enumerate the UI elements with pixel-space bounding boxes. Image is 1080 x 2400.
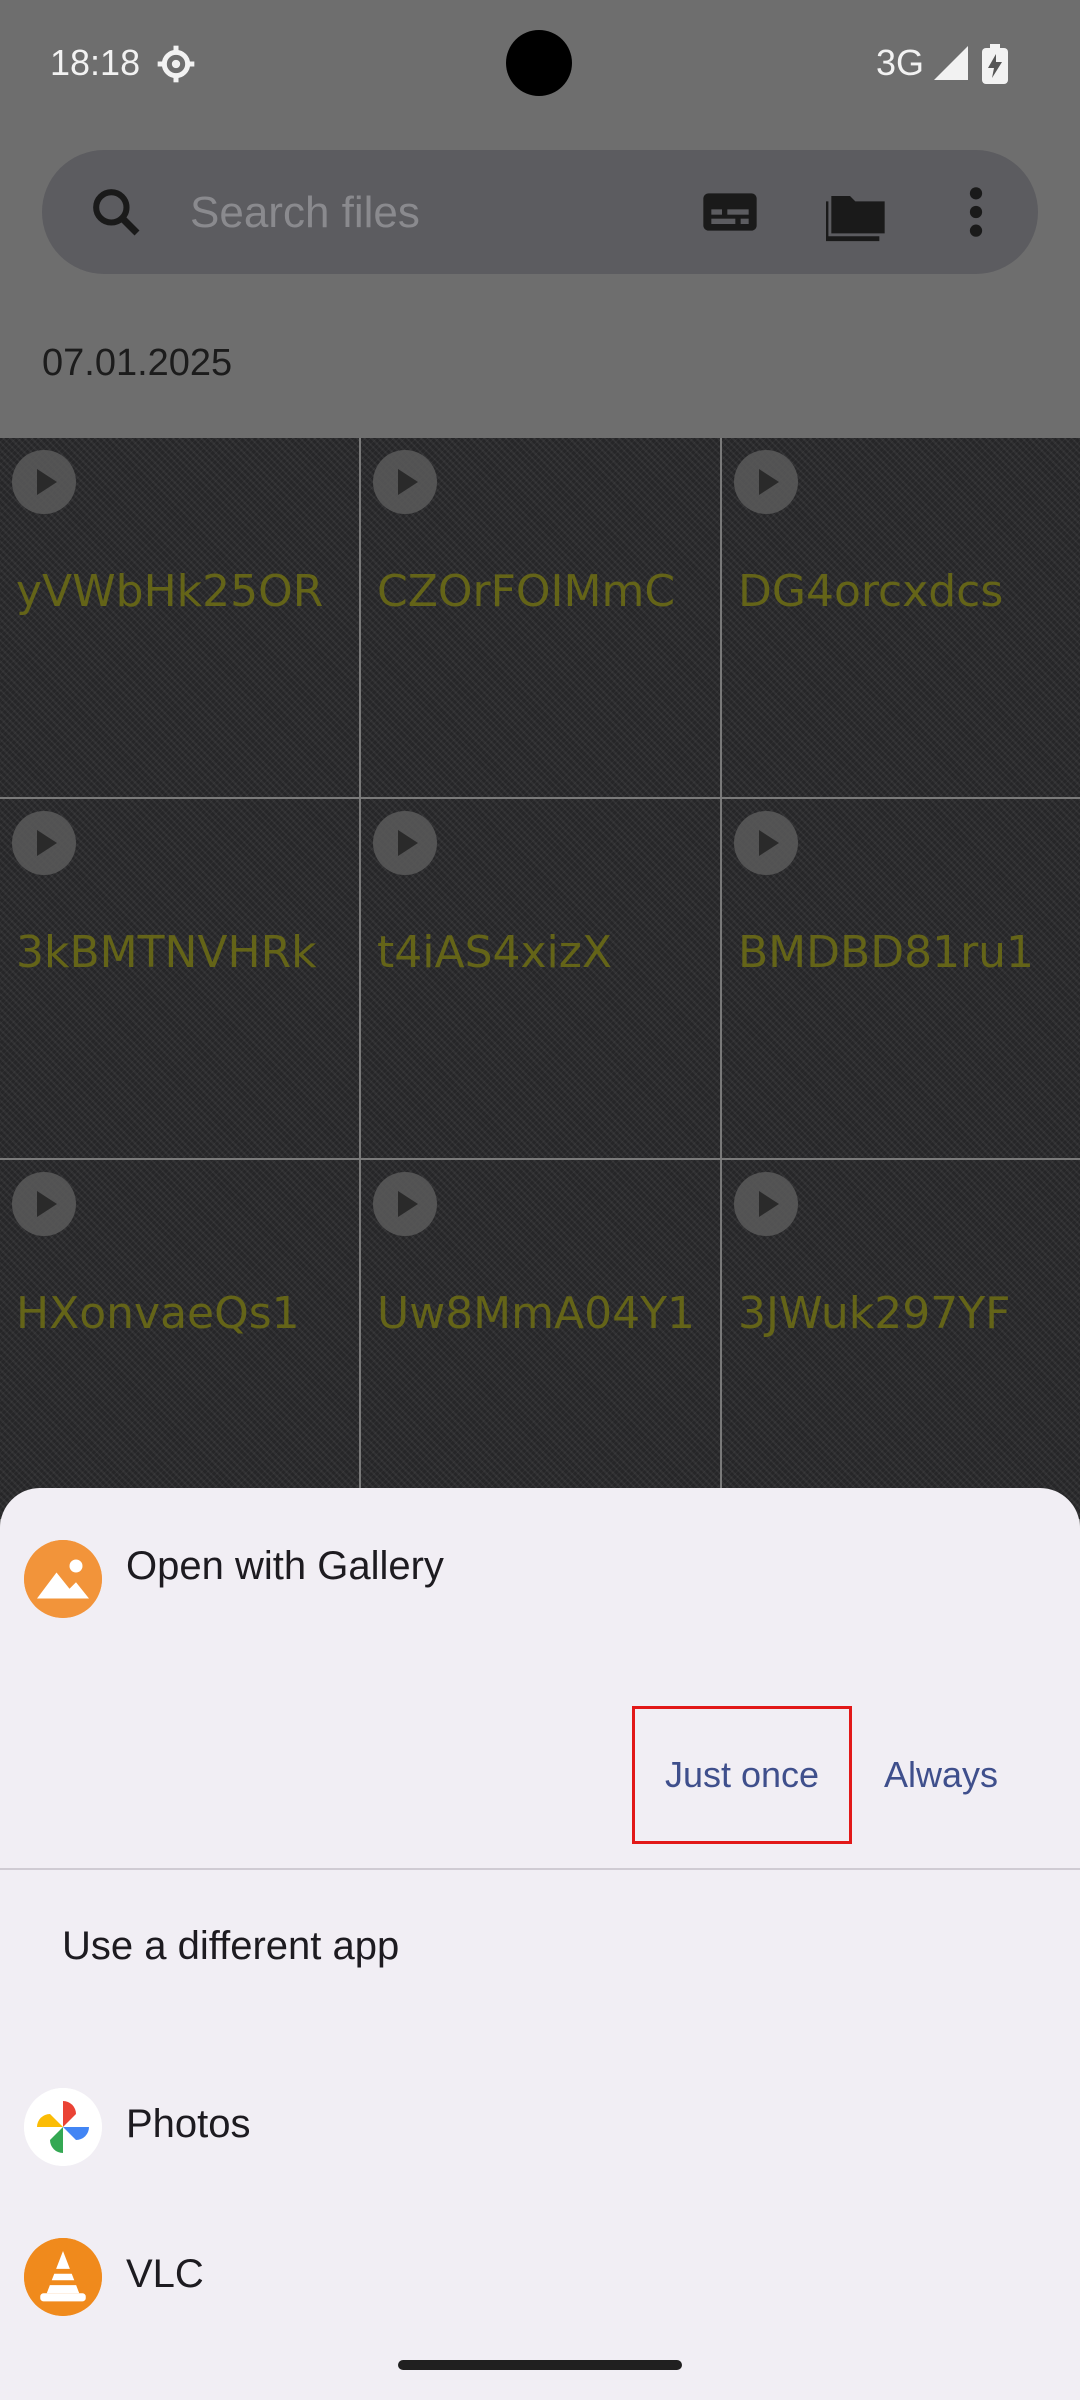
file-tile[interactable]: HXonvaeQs1 <box>0 1160 359 1519</box>
folder-icon[interactable] <box>826 180 890 244</box>
search-input[interactable]: Search files <box>190 188 420 238</box>
app-option-photos[interactable]: Photos <box>0 2048 1080 2168</box>
file-grid: yVWbHk25OR CZOrFOIMmC DG4orcxdcs 3kBMTNV… <box>0 438 1080 1538</box>
front-camera <box>506 30 572 96</box>
play-icon <box>734 811 798 875</box>
signal-icon <box>934 46 968 80</box>
file-tile[interactable]: yVWbHk25OR <box>0 438 359 797</box>
file-tile[interactable]: BMDBD81ru1 <box>722 799 1080 1158</box>
file-tile[interactable]: t4iAS4xizX <box>361 799 720 1158</box>
app-label-vlc: VLC <box>126 2252 204 2296</box>
file-name: 3JWuk297YF <box>738 1288 1011 1339</box>
subtitles-icon[interactable] <box>698 180 762 244</box>
play-icon <box>373 811 437 875</box>
file-name: 3kBMTNVHRk <box>16 927 317 978</box>
open-with-sheet: Open with Gallery Just once Always Use a… <box>0 1488 1080 2400</box>
play-icon <box>12 811 76 875</box>
just-once-button[interactable]: Just once <box>632 1706 852 1844</box>
search-bar[interactable]: Search files <box>42 150 1038 274</box>
app-label-photos: Photos <box>126 2102 251 2146</box>
file-name: BMDBD81ru1 <box>738 927 1035 978</box>
file-name: Uw8MmA04Y1 <box>377 1288 695 1339</box>
app-option-vlc[interactable]: VLC <box>0 2196 1080 2316</box>
gallery-app-row: Open with Gallery <box>0 1488 1080 1618</box>
file-tile[interactable]: DG4orcxdcs <box>722 438 1080 797</box>
sheet-title: Open with Gallery <box>126 1544 444 1588</box>
search-icon[interactable] <box>88 184 144 240</box>
play-icon <box>373 1172 437 1236</box>
play-icon <box>373 450 437 514</box>
file-tile[interactable]: 3kBMTNVHRk <box>0 799 359 1158</box>
more-vert-icon[interactable] <box>944 180 1008 244</box>
divider <box>0 1868 1080 1870</box>
network-type: 3G <box>876 42 925 83</box>
photos-icon <box>24 2088 102 2166</box>
play-icon <box>12 450 76 514</box>
play-icon <box>12 1172 76 1236</box>
date-header: 07.01.2025 <box>42 342 233 384</box>
file-tile[interactable]: CZOrFOIMmC <box>361 438 720 797</box>
file-name: HXonvaeQs1 <box>16 1288 300 1339</box>
always-button[interactable]: Always <box>872 1706 1010 1844</box>
file-name: CZOrFOIMmC <box>377 566 676 617</box>
play-icon <box>734 1172 798 1236</box>
battery-charging-icon <box>982 44 1008 84</box>
play-icon <box>734 450 798 514</box>
file-tile[interactable]: Uw8MmA04Y1 <box>361 1160 720 1519</box>
status-bar: 18:18 3G <box>0 0 1080 130</box>
vlc-icon <box>24 2238 102 2316</box>
file-name: DG4orcxdcs <box>738 566 1004 617</box>
file-name: yVWbHk25OR <box>16 566 324 617</box>
settings-gear-icon <box>157 45 195 83</box>
status-time: 18:18 <box>50 42 141 83</box>
home-indicator[interactable] <box>398 2360 682 2370</box>
use-different-app-label: Use a different app <box>62 1924 400 1968</box>
gallery-icon <box>24 1540 102 1618</box>
file-name: t4iAS4xizX <box>377 927 612 978</box>
file-tile[interactable]: 3JWuk297YF <box>722 1160 1080 1519</box>
